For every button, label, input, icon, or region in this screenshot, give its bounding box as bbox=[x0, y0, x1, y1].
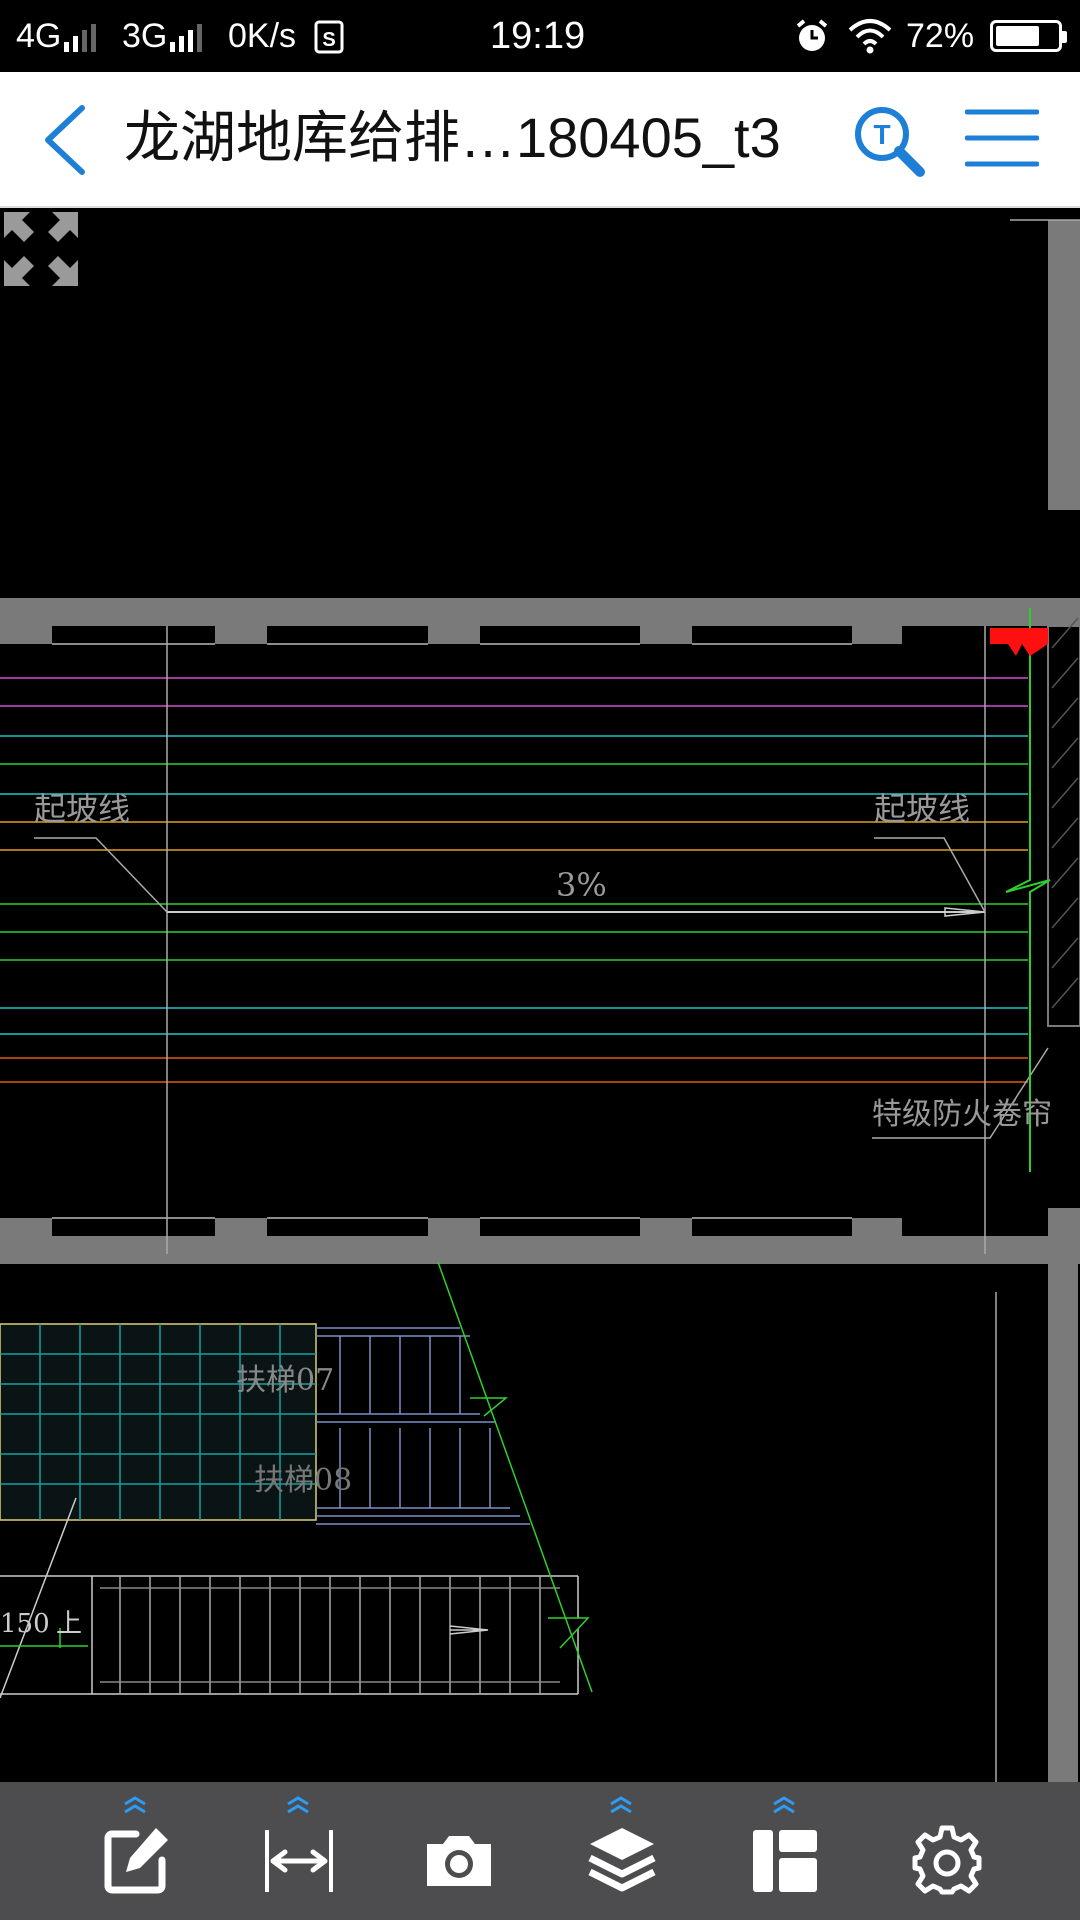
measure-distance-icon bbox=[265, 1830, 333, 1892]
signal-strength-icon bbox=[170, 20, 214, 52]
expand-up-icon bbox=[610, 1796, 632, 1814]
sim-card-icon: S bbox=[314, 20, 344, 54]
drawing-canvas[interactable]: 起坡线 起坡线 3% 特级防火卷帘 扶梯07 扶梯08 150 上 bbox=[0, 208, 1080, 1782]
screenshot-camera-button[interactable] bbox=[403, 1782, 513, 1920]
app-header: 龙湖地库给排…180405_t3 T bbox=[0, 72, 1080, 208]
annotate-edit-icon bbox=[104, 1828, 168, 1894]
alarm-clock-icon bbox=[796, 19, 828, 51]
settings-button[interactable] bbox=[891, 1782, 1001, 1920]
bottom-toolbar bbox=[0, 1782, 1080, 1920]
text-search-icon[interactable]: T bbox=[852, 104, 926, 178]
level-mark-label: 150 bbox=[0, 1609, 50, 1639]
expand-up-icon bbox=[773, 1796, 795, 1814]
slope-percent-label: 3% bbox=[556, 866, 607, 904]
network-type-2: 3G bbox=[122, 17, 168, 55]
layout-panel-icon bbox=[753, 1830, 817, 1892]
up-mark-label: 上 bbox=[56, 1609, 82, 1639]
camera-icon bbox=[427, 1836, 491, 1886]
fire-shutter-label: 特级防火卷帘 bbox=[872, 1097, 1052, 1132]
annotate-tool-button[interactable] bbox=[80, 1782, 190, 1920]
measure-tool-button[interactable] bbox=[243, 1782, 353, 1920]
wifi-icon bbox=[848, 19, 892, 54]
battery-icon bbox=[990, 20, 1067, 52]
hamburger-menu-icon[interactable] bbox=[965, 106, 1039, 170]
battery-percent: 72% bbox=[906, 17, 975, 55]
layers-tool-button[interactable] bbox=[566, 1782, 676, 1920]
signal-strength-icon bbox=[64, 20, 108, 52]
layout-tool-button[interactable] bbox=[729, 1782, 839, 1920]
status-bar: 4G 3G 0K/s S 19:19 72% bbox=[0, 0, 1080, 72]
settings-gear-icon bbox=[912, 1825, 982, 1895]
expand-up-icon bbox=[124, 1796, 146, 1814]
svg-text:S: S bbox=[322, 29, 335, 51]
expand-up-icon bbox=[287, 1796, 309, 1814]
back-button[interactable] bbox=[30, 98, 100, 182]
slope-start-label-left: 起坡线 bbox=[34, 790, 130, 828]
network-type-1: 4G bbox=[16, 17, 62, 55]
layers-icon bbox=[588, 1828, 656, 1892]
network-speed: 0K/s bbox=[228, 17, 297, 55]
escalator-08-label: 扶梯08 bbox=[254, 1463, 352, 1498]
fullscreen-expand-icon[interactable] bbox=[0, 208, 82, 290]
clock-time: 19:19 bbox=[490, 15, 586, 57]
document-title: 龙湖地库给排…180405_t3 bbox=[124, 106, 781, 169]
svg-text:T: T bbox=[873, 119, 890, 150]
escalator-07-label: 扶梯07 bbox=[236, 1363, 334, 1398]
slope-start-label-right: 起坡线 bbox=[874, 790, 970, 828]
